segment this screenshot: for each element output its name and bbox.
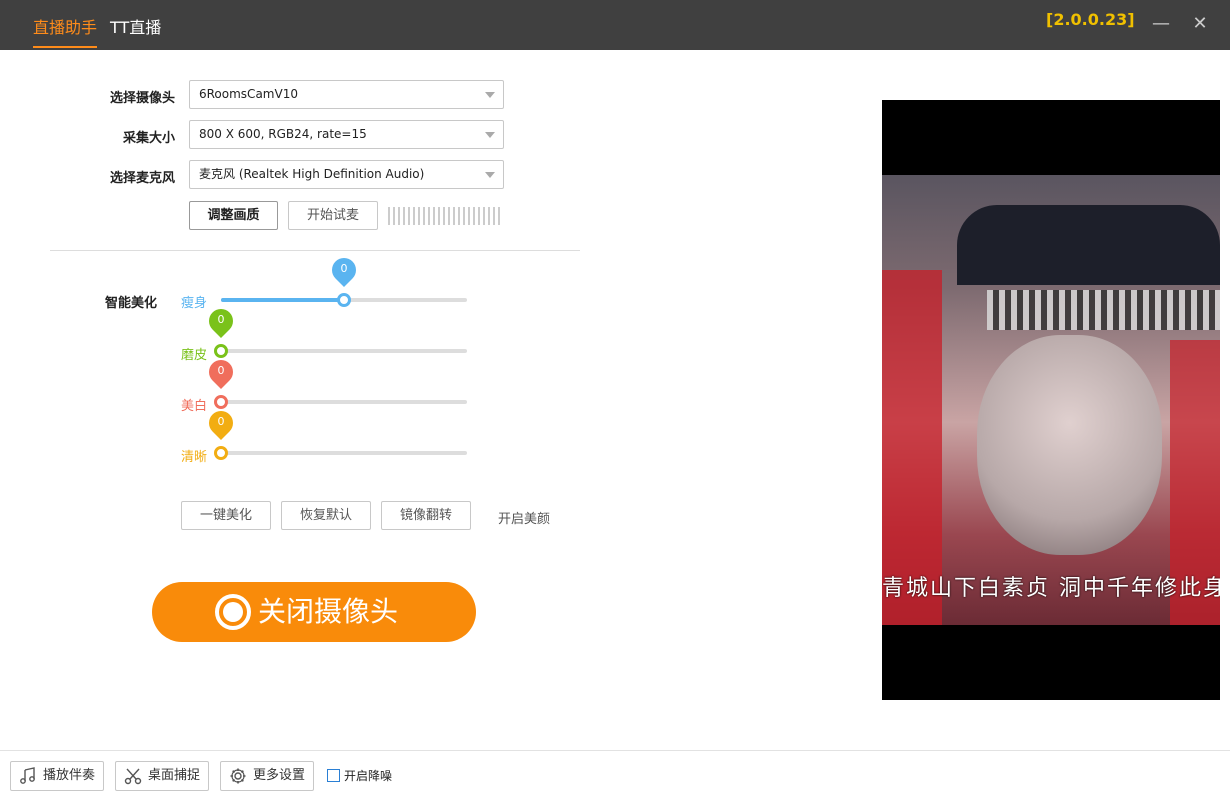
tab-live-assistant[interactable]: 直播助手 — [33, 14, 98, 48]
close-camera-label: 关闭摄像头 — [258, 595, 399, 628]
noise-reduction-checkbox[interactable] — [327, 769, 340, 782]
title-bar: 直播助手 TT直播 [2.0.0.23] — ✕ — [0, 0, 1230, 50]
start-mic-test-button[interactable]: 开始试麦 — [288, 201, 378, 230]
one-click-beauty-button[interactable]: 一键美化 — [181, 501, 271, 530]
whiten-slider-handle[interactable] — [214, 395, 228, 409]
adjust-quality-button[interactable]: 调整画质 — [189, 201, 278, 230]
camera-label: 选择摄像头 — [109, 91, 175, 106]
microphone-select[interactable]: 麦克风 (Realtek High Definition Audio) — [189, 160, 504, 189]
whiten-slider[interactable]: 0 — [204, 355, 467, 409]
close-button[interactable]: ✕ — [1190, 14, 1210, 34]
enable-beauty-link[interactable]: 开启美颜 — [498, 508, 550, 527]
whiten-label: 美白 — [181, 399, 208, 414]
mirror-flip-button[interactable]: 镜像翻转 — [381, 501, 471, 530]
play-accompaniment-button[interactable]: 播放伴奏 — [10, 761, 104, 791]
smooth-skin-value: 0 — [217, 313, 225, 326]
more-settings-button[interactable]: 更多设置 — [220, 761, 314, 791]
more-settings-label: 更多设置 — [253, 768, 306, 783]
mic-level-meter — [388, 207, 504, 225]
capture-size-select[interactable]: 800 X 600, RGB24, rate=15 — [189, 120, 504, 149]
sharpness-value: 0 — [217, 415, 225, 428]
smooth-skin-slider-handle[interactable] — [214, 344, 228, 358]
microphone-select-value: 麦克风 (Realtek High Definition Audio) — [199, 167, 425, 181]
noise-reduction-label[interactable]: 开启降噪 — [344, 767, 392, 784]
smooth-skin-label: 磨皮 — [181, 348, 208, 363]
desktop-capture-button[interactable]: 桌面捕捉 — [115, 761, 209, 791]
close-camera-button[interactable]: 关闭摄像头 — [152, 582, 476, 642]
slim-value: 0 — [340, 262, 348, 275]
scissors-icon — [124, 768, 142, 785]
section-divider — [50, 250, 580, 251]
preview-frame — [882, 175, 1220, 625]
slim-slider-handle[interactable] — [337, 293, 351, 307]
music-note-icon — [20, 767, 35, 784]
gear-icon — [230, 768, 246, 784]
play-accompaniment-label: 播放伴奏 — [43, 768, 96, 783]
camera-select-value: 6RoomsCamV10 — [199, 87, 298, 101]
sharpness-label: 清晰 — [181, 450, 208, 465]
record-icon — [215, 594, 251, 630]
preview-subtitle: 青城山下白素贞 洞中千年修此身 — [882, 576, 1220, 601]
smart-beauty-label: 智能美化 — [104, 296, 157, 311]
slim-slider[interactable]: 0 — [221, 253, 467, 307]
chevron-down-icon — [485, 92, 495, 98]
capture-size-label: 采集大小 — [122, 131, 175, 146]
chevron-down-icon — [485, 132, 495, 138]
smooth-skin-slider[interactable]: 0 — [204, 304, 467, 358]
bottom-toolbar: 播放伴奏 桌面捕捉 更多设置 — [0, 750, 1230, 800]
desktop-capture-label: 桌面捕捉 — [148, 768, 201, 783]
version-label: [2.0.0.23] — [1046, 10, 1135, 29]
slim-label: 瘦身 — [181, 296, 208, 311]
whiten-value: 0 — [217, 364, 225, 377]
camera-select[interactable]: 6RoomsCamV10 — [189, 80, 504, 109]
camera-preview: 青城山下白素贞 洞中千年修此身 — [882, 100, 1220, 700]
tab-tt-live[interactable]: TT直播 — [110, 14, 161, 48]
sharpness-slider-handle[interactable] — [214, 446, 228, 460]
sharpness-slider[interactable]: 0 — [204, 406, 467, 460]
restore-default-button[interactable]: 恢复默认 — [281, 501, 371, 530]
chevron-down-icon — [485, 172, 495, 178]
capture-size-value: 800 X 600, RGB24, rate=15 — [199, 127, 367, 141]
minimize-button[interactable]: — — [1151, 14, 1171, 34]
microphone-label: 选择麦克风 — [109, 171, 175, 186]
slim-slider-fill — [221, 298, 344, 302]
